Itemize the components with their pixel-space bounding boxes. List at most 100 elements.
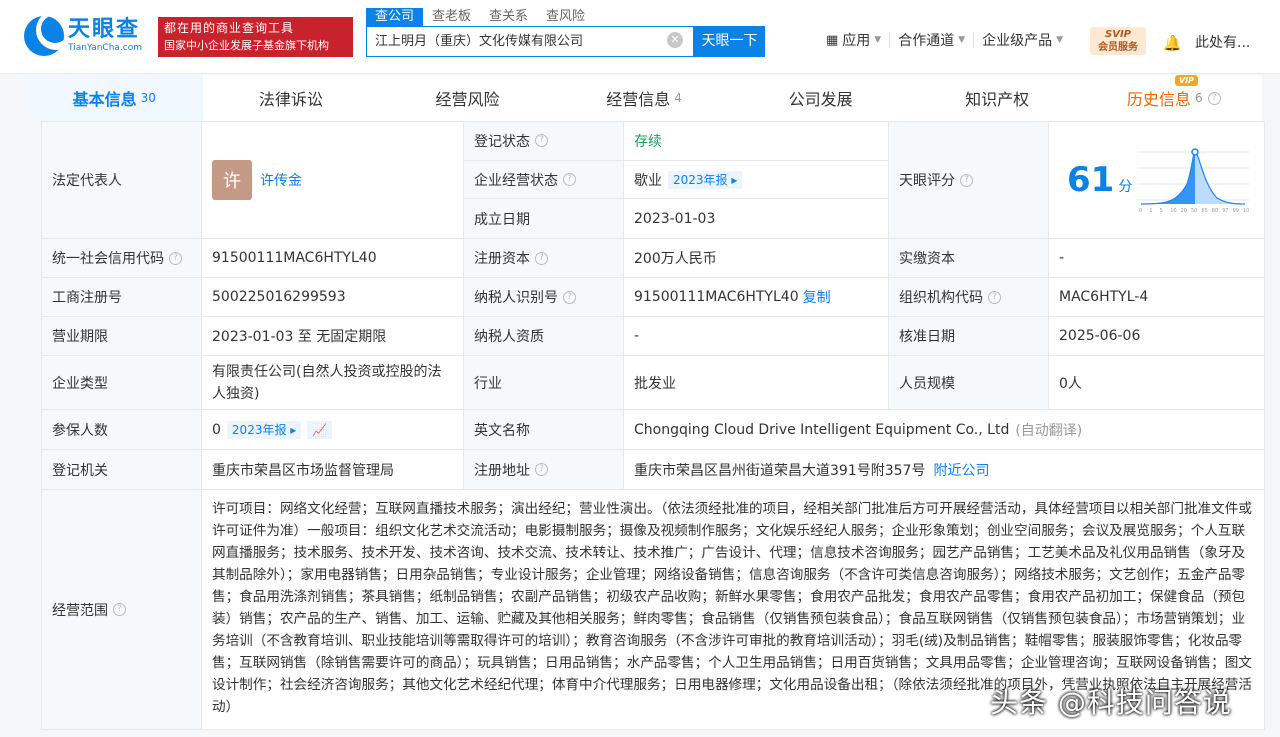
help-icon[interactable]: ? — [535, 134, 548, 148]
annual-report-text: 2023年报 — [673, 172, 728, 187]
svip-label: SVIP — [1105, 29, 1131, 40]
legal-rep-link[interactable]: 许传金 — [260, 170, 302, 190]
search-tab-boss[interactable]: 查老板 — [423, 8, 480, 26]
tab-count: 30 — [140, 91, 156, 105]
auto-translate-note: (自动翻译) — [1015, 422, 1083, 439]
help-icon[interactable]: ? — [169, 251, 182, 265]
grid-icon: ▦ — [826, 32, 839, 48]
help-icon[interactable]: ? — [535, 463, 548, 476]
tab-basic-info[interactable]: 基本信息 30 — [26, 75, 203, 121]
search-tab-company[interactable]: 查公司 — [366, 8, 424, 26]
nav-apps[interactable]: ▦ 应用 ▼ — [826, 30, 881, 50]
tab-ip[interactable]: 知识产权 — [909, 75, 1086, 121]
search-tab-risk[interactable]: 查风险 — [537, 8, 594, 26]
logo-mark-icon — [24, 16, 64, 56]
help-icon[interactable]: ? — [960, 173, 973, 187]
score-axis-tick: 50 — [1191, 208, 1197, 214]
tab-label: 经营风险 — [435, 90, 500, 109]
paid-capital-value: - — [1049, 239, 1265, 277]
help-icon[interactable]: ? — [113, 603, 126, 616]
scope-label-text: 经营范围 — [52, 602, 108, 619]
slogan-banner: 都在用的商业查询工具 国家中小企业发展子基金旗下机构 — [158, 17, 353, 57]
approve-date-label: 核准日期 — [889, 317, 1049, 355]
reg-capital-label: 注册资本? — [464, 239, 624, 277]
est-date-value: 2023-01-03 — [624, 199, 889, 238]
annual-report-text: 2023年报 — [231, 422, 287, 437]
help-icon[interactable]: ? — [535, 251, 548, 265]
reg-capital-value: 200万人民币 — [624, 239, 889, 277]
avatar[interactable]: 许 — [212, 160, 252, 200]
tab-label: 基本信息 — [72, 90, 137, 109]
nav-apps-label: 应用 — [842, 33, 871, 49]
score-axis-tick: 97 — [1222, 208, 1228, 214]
score-cell[interactable]: 61 分 0 1 5 10 20 50 65 80 97 99 100 — [1049, 122, 1265, 238]
top-bar: 天眼查 TianYanCha.com 都在用的商业查询工具 国家中小企业发展子基… — [0, 0, 1280, 74]
tab-operation[interactable]: 经营信息 4 — [556, 75, 733, 121]
user-menu[interactable]: 此处有... — [1195, 32, 1250, 52]
paid-capital-label: 实缴资本 — [889, 239, 1049, 277]
taxpayer-qual-value: - — [624, 317, 889, 355]
tab-label: 公司发展 — [788, 90, 853, 109]
approve-date-value: 2025-06-06 — [1049, 317, 1265, 355]
score-axis-tick: 100 — [1243, 208, 1249, 214]
help-icon[interactable]: ? — [563, 173, 576, 186]
reg-address-label-text: 注册地址 — [474, 462, 530, 479]
clear-icon[interactable]: ✕ — [667, 32, 683, 48]
nav-cooperation-label: 合作通道 — [898, 33, 955, 49]
taxpayer-id-cell: 91500111MAC6HTYL40 复制 — [624, 278, 889, 316]
tab-development[interactable]: 公司发展 — [732, 75, 909, 121]
search-input[interactable]: 江上明月（重庆）文化传媒有限公司 — [366, 26, 694, 57]
credit-code-label: 统一社会信用代码? — [42, 239, 202, 277]
help-icon[interactable]: ? — [563, 290, 576, 304]
annual-report-badge[interactable]: 2023年报 ▸ — [668, 170, 743, 189]
svip-service-label: 会员服务 — [1098, 42, 1138, 53]
insured-value: 0 — [212, 421, 221, 438]
industry-value: 批发业 — [624, 356, 889, 409]
reg-status-label: 登记状态? — [464, 122, 624, 160]
help-icon[interactable]: ? — [1207, 91, 1221, 105]
search-button[interactable]: 天眼一下 — [694, 26, 765, 57]
tab-risk[interactable]: 经营风险 — [379, 75, 556, 121]
nav-enterprise[interactable]: 企业级产品 ▼ — [982, 30, 1063, 50]
score-label-text: 天眼评分 — [899, 173, 955, 189]
english-name-cell: Chongqing Cloud Drive Intelligent Equipm… — [624, 410, 1265, 449]
tab-label: 法律诉讼 — [258, 90, 323, 109]
score-label: 天眼评分? — [889, 122, 1049, 238]
chevron-down-icon: ▼ — [1056, 35, 1064, 45]
reg-status-value: 存续 — [624, 122, 889, 160]
org-code-value: MAC6HTYL-4 — [1049, 278, 1265, 316]
nav-cooperation[interactable]: 合作通道 ▼ — [898, 30, 965, 50]
score-axis-tick: 5 — [1160, 208, 1163, 214]
credit-code-value: 91500111MAC6HTYL40 — [202, 239, 464, 277]
bell-icon[interactable]: 🔔 — [1163, 34, 1182, 52]
term-label: 营业期限 — [42, 317, 202, 355]
svip-button[interactable]: SVIP 会员服务 — [1090, 27, 1146, 55]
legal-rep-label-text: 法定代表人 — [52, 173, 122, 189]
english-name-value: Chongqing Cloud Drive Intelligent Equipm… — [634, 421, 1010, 438]
op-status-value: 歇业 — [634, 172, 662, 189]
help-icon[interactable]: ? — [988, 290, 1001, 304]
score-distribution-chart: 0 1 5 10 20 50 65 80 97 99 100 — [1137, 148, 1249, 214]
staff-size-value: 0人 — [1049, 356, 1265, 409]
copy-button[interactable]: 复制 — [803, 287, 831, 307]
nearby-companies-link[interactable]: 附近公司 — [933, 460, 989, 480]
biz-reg-no-value: 500225016299593 — [202, 278, 464, 316]
tab-count: 4 — [674, 91, 682, 105]
staff-size-label: 人员规模 — [889, 356, 1049, 409]
slogan-line-1: 都在用的商业查询工具 — [164, 21, 295, 35]
tab-label: 知识产权 — [965, 90, 1030, 109]
annual-report-badge[interactable]: 2023年报 ▸ — [226, 420, 302, 439]
legal-rep-label: 法定代表人 — [42, 122, 202, 238]
tab-history[interactable]: 历史信息 6? VIP — [1085, 75, 1262, 121]
search-tab-relation[interactable]: 查关系 — [480, 8, 537, 26]
est-date-label: 成立日期 — [464, 199, 624, 238]
reg-address-value: 重庆市荣昌区昌州街道荣昌大道391号附357号 — [634, 462, 926, 479]
tianyancha-logo[interactable]: 天眼查 TianYanCha.com — [24, 14, 142, 58]
watermark: 头条 @科技问答说 — [990, 686, 1232, 719]
score-axis-tick: 65 — [1201, 208, 1207, 214]
chevron-down-icon: ▼ — [958, 35, 966, 45]
trend-chart-icon[interactable]: 📈 — [307, 420, 333, 439]
score-unit: 分 — [1118, 179, 1133, 195]
tab-legal[interactable]: 法律诉讼 — [203, 75, 380, 121]
chevron-down-icon: ▼ — [874, 35, 882, 45]
